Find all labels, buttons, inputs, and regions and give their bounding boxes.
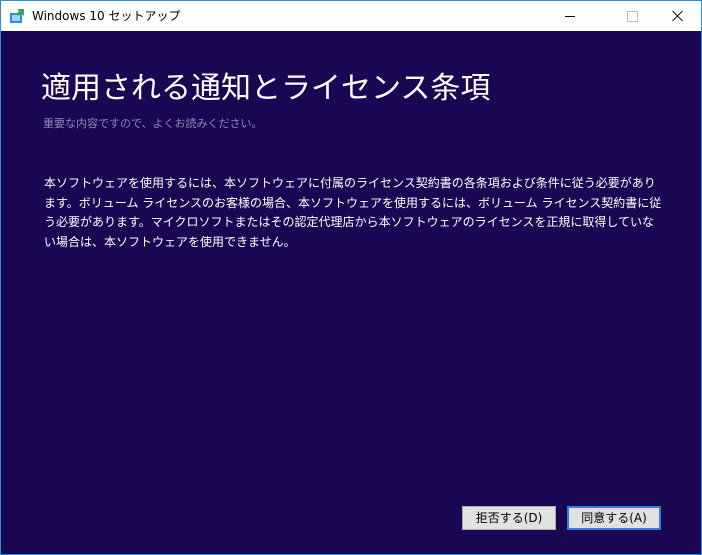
maximize-button[interactable] bbox=[609, 1, 655, 31]
page-subtitle: 重要な内容ですので、よくお読みください。 bbox=[43, 117, 263, 130]
accept-button[interactable]: 同意する(A) bbox=[567, 506, 661, 530]
windows-setup-icon bbox=[9, 8, 25, 24]
title-bar[interactable]: Windows 10 セットアップ bbox=[1, 1, 701, 31]
maximize-icon bbox=[626, 10, 638, 22]
decline-button[interactable]: 拒否する(D) bbox=[462, 506, 556, 530]
setup-window: Windows 10 セットアップ 適用される通知とライセンス条項 重要な内容で… bbox=[0, 0, 702, 555]
license-text[interactable]: 本ソフトウェアを使用するには、本ソフトウェアに付属のライセンス契約書の各条項およ… bbox=[44, 174, 664, 252]
close-button[interactable] bbox=[655, 1, 701, 31]
minimize-icon bbox=[565, 15, 575, 17]
window-title: Windows 10 セットアップ bbox=[32, 9, 181, 23]
close-icon bbox=[672, 10, 684, 22]
minimize-button[interactable] bbox=[547, 1, 593, 31]
page-title: 適用される通知とライセンス条項 bbox=[41, 71, 491, 106]
